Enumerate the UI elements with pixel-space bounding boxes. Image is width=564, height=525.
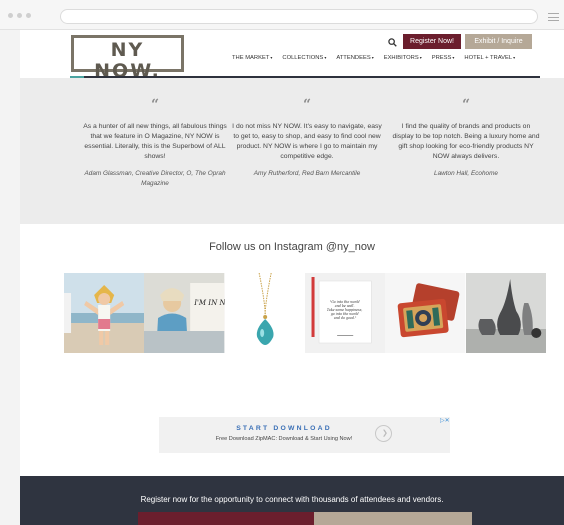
testimonial-author: Lawton Hall, Ecohome (434, 170, 498, 177)
chevron-right-icon: ❯ (382, 430, 388, 437)
quote-icon: “ (150, 97, 160, 113)
register-banner: Register now for the opportunity to conn… (20, 476, 564, 525)
testimonials-section: “ As a hunter of all new things, all fab… (20, 78, 564, 224)
nav-collections[interactable]: COLLECTIONS (282, 55, 326, 61)
testimonial-text: I do not miss NY NOW. It's easy to navig… (232, 123, 382, 160)
instagram-photo-5[interactable] (385, 273, 466, 353)
nav-press[interactable]: PRESS (432, 55, 455, 61)
quote-icon: “ (461, 97, 471, 113)
site-logo[interactable]: NY NOW. THE MARKET FOR HOME, LIFESTYLE +… (71, 35, 184, 86)
register-now-button[interactable]: Register Now! (403, 34, 461, 49)
main-nav: THE MARKET COLLECTIONS ATTENDEES EXHIBIT… (232, 55, 552, 61)
register-banner-text: Register now for the opportunity to conn… (140, 495, 444, 504)
ad-choices-icon[interactable]: ▷✕ (440, 417, 450, 424)
minimize-window-dot[interactable] (17, 13, 22, 18)
instagram-photo-4[interactable]: "Go into the world and be well. Take som… (304, 273, 386, 353)
site-header: NY NOW. THE MARKET FOR HOME, LIFESTYLE +… (20, 30, 564, 86)
ad-banner[interactable]: ▷✕ START DOWNLOAD Free Download ZipMAC: … (159, 417, 450, 453)
footer-exhibit-button[interactable] (314, 512, 472, 525)
testimonial-3: “ I find the quality of brands and produ… (391, 98, 541, 179)
maximize-window-dot[interactable] (26, 13, 31, 18)
nav-exhibitors[interactable]: EXHIBITORS (384, 55, 422, 61)
nav-the-market[interactable]: THE MARKET (232, 55, 272, 61)
testimonial-2: “ I do not miss NY NOW. It's easy to nav… (232, 98, 382, 179)
testimonial-1: “ As a hunter of all new things, all fab… (80, 98, 230, 188)
instagram-photo-3[interactable] (224, 273, 305, 353)
close-window-dot[interactable] (8, 13, 13, 18)
testimonial-text: As a hunter of all new things, all fabul… (83, 123, 227, 160)
quote-icon: “ (302, 97, 312, 113)
web-page: NY NOW. THE MARKET FOR HOME, LIFESTYLE +… (20, 30, 564, 525)
footer-register-button[interactable] (138, 512, 314, 525)
testimonial-text: I find the quality of brands and product… (392, 123, 540, 160)
browser-menu-icon[interactable] (548, 13, 559, 21)
exhibit-inquire-button[interactable]: Exhibit / Inquire (465, 34, 532, 49)
ad-title[interactable]: START DOWNLOAD (159, 425, 409, 432)
ad-subtitle: Free Download ZipMAC: Download & Start U… (215, 436, 353, 442)
instagram-photo-1[interactable] (64, 273, 145, 353)
address-bar[interactable] (60, 9, 538, 24)
nav-attendees[interactable]: ATTENDEES (336, 55, 373, 61)
browser-chrome (0, 0, 564, 30)
nav-hotel-travel[interactable]: HOTEL + TRAVEL (464, 55, 515, 61)
tile-2-caption: I'M IN NY NOW (194, 298, 225, 307)
instagram-heading: Follow us on Instagram @ny_now (209, 241, 375, 253)
instagram-photo-2[interactable]: I'M IN NY NOW (144, 273, 225, 353)
testimonial-author: Amy Rutherford, Red Barn Mercantile (253, 170, 361, 177)
window-controls (8, 13, 31, 18)
instagram-photo-6[interactable] (465, 273, 546, 353)
search-icon[interactable] (388, 38, 397, 47)
testimonial-author: Adam Glassman, Creative Director, O, The… (84, 170, 226, 187)
instagram-feed: I'M IN NY NOW "Go into the world and be … (64, 273, 546, 353)
